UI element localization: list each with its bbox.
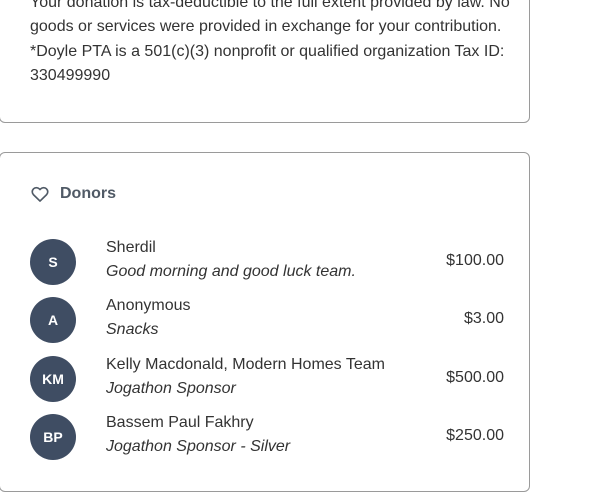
- donor-row: BP Bassem Paul Fakhry Jogathon Sponsor -…: [30, 412, 504, 462]
- tax-deduction-card: Your donation is tax-deductible to the f…: [0, 0, 530, 123]
- donor-message: Jogathon Sponsor: [106, 380, 236, 397]
- donation-amount: $250.00: [446, 427, 504, 444]
- donor-row: A Anonymous Snacks $3.00: [30, 295, 504, 345]
- donor-name: Kelly Macdonald, Modern Homes Team: [106, 356, 385, 373]
- donor-row: KM Kelly Macdonald, Modern Homes Team Jo…: [30, 354, 504, 404]
- avatar: A: [30, 297, 76, 343]
- tax-deduction-text: Your donation is tax-deductible to the f…: [30, 0, 510, 84]
- donation-amount: $500.00: [446, 369, 504, 386]
- donor-message: Snacks: [106, 321, 159, 338]
- avatar: BP: [30, 414, 76, 460]
- avatar: KM: [30, 356, 76, 402]
- donation-amount: $3.00: [463, 310, 504, 327]
- donor-message: Jogathon Sponsor - Silver: [106, 438, 291, 455]
- donors-card: Donors S Sherdil Good morning and good l…: [0, 152, 530, 492]
- donor-message: Good morning and good luck team.: [106, 263, 356, 280]
- donor-row: S Sherdil Good morning and good luck tea…: [30, 237, 504, 287]
- donor-name: Sherdil: [106, 239, 156, 256]
- donation-amount: $100.00: [446, 252, 504, 269]
- donors-title: Donors: [60, 185, 116, 202]
- donor-name: Anonymous: [106, 297, 191, 314]
- donors-header: Donors: [30, 183, 116, 205]
- avatar: S: [30, 239, 76, 285]
- donor-name: Bassem Paul Fakhry: [106, 414, 254, 431]
- heart-icon: [30, 184, 50, 204]
